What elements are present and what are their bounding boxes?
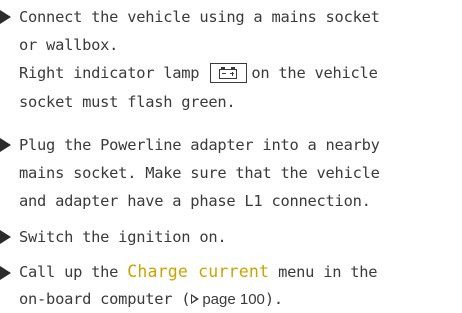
step-line: on-board computer ( page 100).	[19, 289, 283, 310]
step-line: Call up the Charge current menu in the	[19, 262, 378, 282]
step-line: Plug the Powerline adapter into a nearby	[19, 136, 380, 154]
note-text-before-icon: Right indicator lamp	[19, 64, 200, 82]
bullet-arrow-icon	[0, 230, 11, 244]
note-text-after-icon: on the vehicle	[251, 64, 378, 82]
battery-icon	[210, 63, 248, 83]
step-line: Connect the vehicle using a mains socket	[19, 8, 380, 26]
bullet-arrow-icon	[0, 138, 11, 152]
menu-name-charge-current: Charge current	[127, 262, 270, 281]
step-line: mains socket. Make sure that the vehicle	[19, 164, 380, 182]
step-line: and adapter have a phase L1 connection.	[19, 192, 371, 210]
step-text: menu in the	[278, 263, 378, 281]
step-text: Call up the	[19, 263, 119, 281]
bullet-arrow-icon	[0, 10, 11, 24]
bullet-arrow-icon	[0, 266, 11, 280]
step-note-line: socket must flash green.	[19, 93, 236, 111]
page-reference-icon	[191, 294, 200, 304]
step-text: on-board computer (	[19, 290, 191, 308]
step-line: Switch the ignition on.	[19, 228, 227, 246]
step-line: or wallbox.	[19, 36, 119, 54]
step-text: ).	[264, 290, 283, 308]
step-note-line: Right indicator lamp on the vehicle	[19, 63, 378, 83]
page-reference-link[interactable]: page 100	[202, 291, 265, 308]
